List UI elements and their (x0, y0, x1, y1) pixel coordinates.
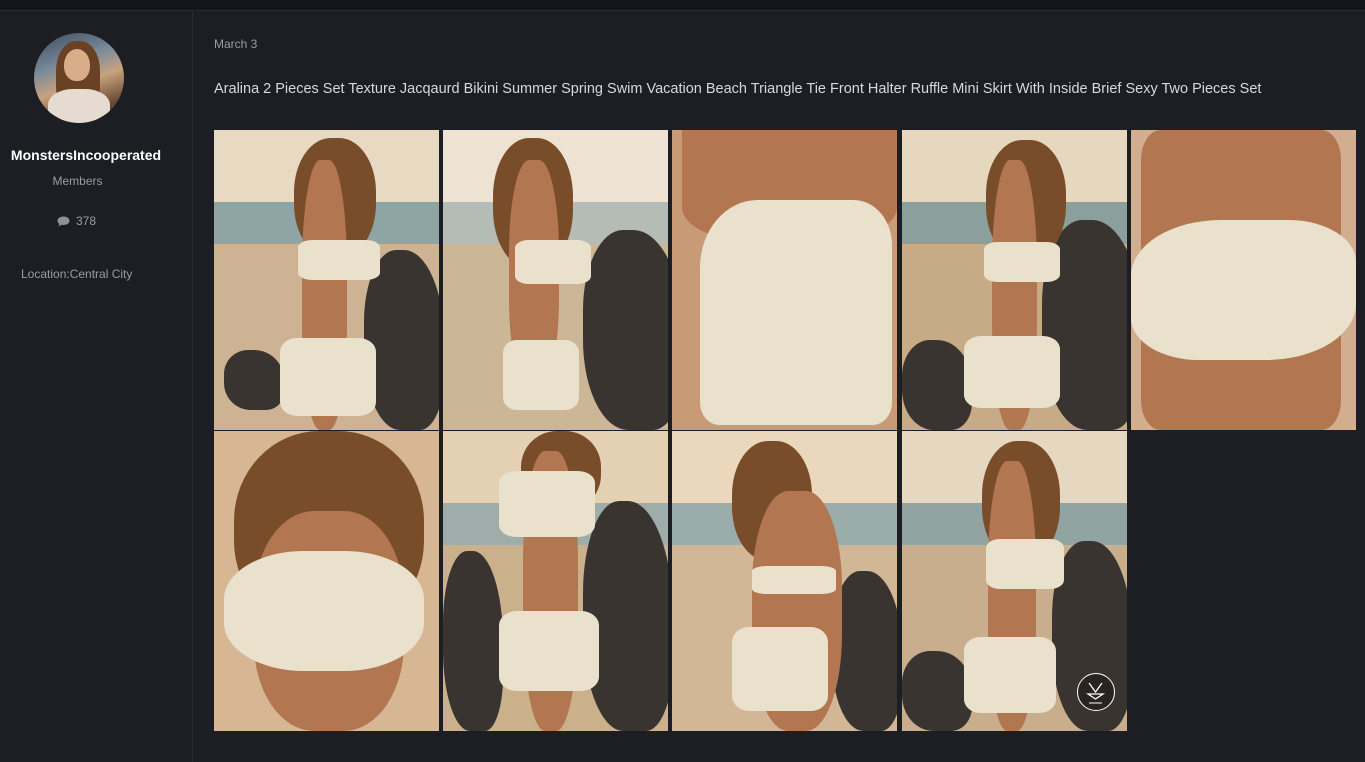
bikini-photo-2[interactable] (443, 130, 668, 430)
bikini-photo-3[interactable] (672, 130, 897, 430)
comment-bubble-icon (57, 216, 70, 227)
author-sidebar: MonstersIncooperated Members 378 Locatio… (0, 11, 193, 762)
post-count-value: 378 (76, 214, 97, 228)
author-role: Members (52, 174, 103, 188)
bikini-photo-7[interactable] (443, 431, 668, 731)
author-post-count: 378 (57, 214, 96, 228)
user-avatar[interactable] (34, 33, 124, 123)
top-bar (0, 0, 1365, 11)
bikini-photo-1[interactable] (214, 130, 439, 430)
post-date[interactable]: March 3 (214, 37, 257, 51)
bikini-photo-4[interactable] (902, 130, 1127, 430)
post-title: Aralina 2 Pieces Set Texture Jacqaurd Bi… (214, 81, 1262, 97)
bikini-photo-5[interactable] (1131, 130, 1356, 430)
author-location: Location:Central City (21, 267, 133, 281)
bikini-photo-6[interactable] (214, 431, 439, 731)
author-username[interactable]: MonstersIncooperated (0, 147, 172, 163)
watermark-logo (1077, 673, 1115, 711)
bikini-photo-8[interactable] (672, 431, 897, 731)
image-gallery (214, 130, 1356, 731)
bikini-photo-9[interactable] (902, 431, 1127, 731)
